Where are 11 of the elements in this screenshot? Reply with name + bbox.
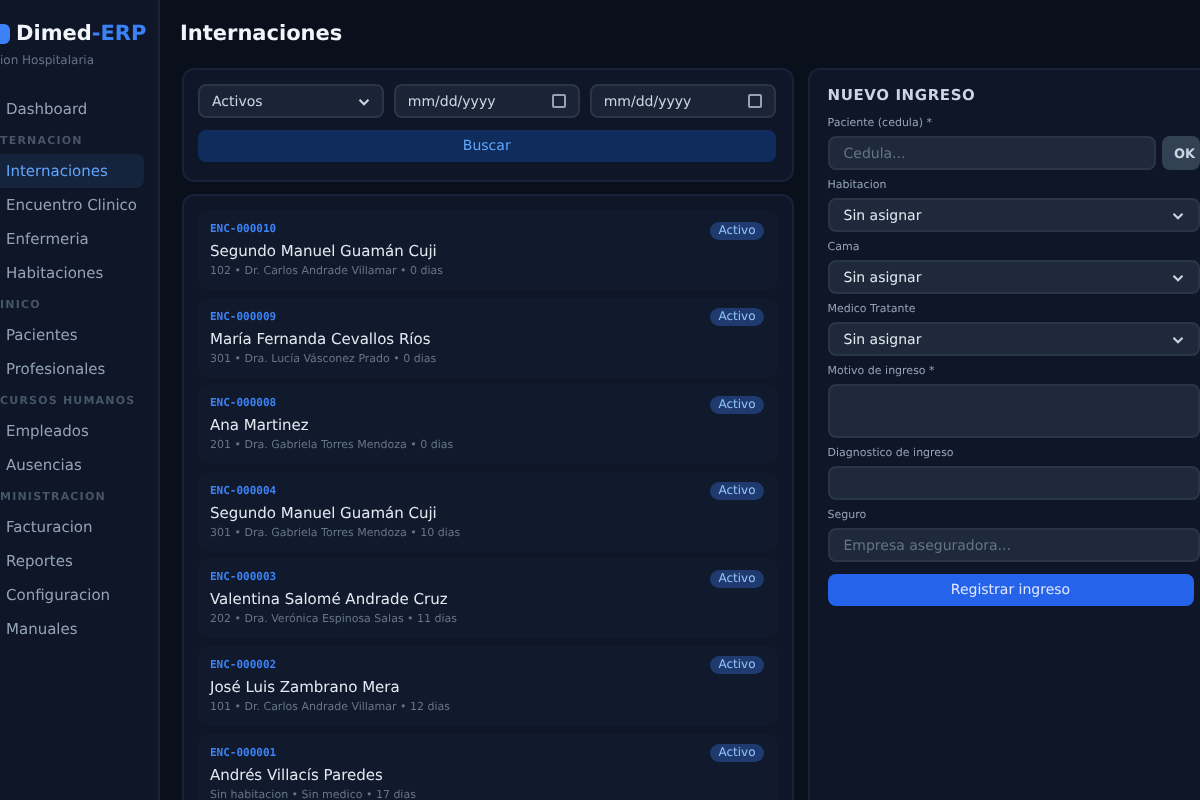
text-area[interactable] — [827, 384, 1200, 438]
calendar-icon — [747, 94, 762, 108]
logo-icon — [0, 24, 10, 44]
page-title: Internaciones — [180, 22, 345, 46]
brand-name: Dimed-ERP — [16, 22, 147, 46]
calendar-icon — [551, 94, 566, 108]
chevron-icon — [357, 95, 370, 107]
chevron-icon — [1172, 209, 1184, 221]
input-field[interactable] — [827, 466, 1200, 500]
chevron-icon — [1172, 271, 1184, 283]
chevron-icon — [1172, 333, 1184, 345]
